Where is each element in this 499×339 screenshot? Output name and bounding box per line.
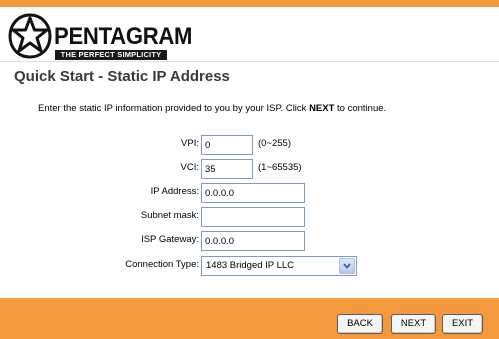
top-accent-bar xyxy=(0,0,499,7)
ip-address-input[interactable] xyxy=(201,183,305,203)
connection-type-select[interactable]: 1483 Bridged IP LLC xyxy=(201,256,357,276)
exit-button[interactable]: EXIT xyxy=(442,314,483,334)
bottom-action-bar: BACK NEXT EXIT xyxy=(0,298,499,339)
back-button[interactable]: BACK xyxy=(337,314,383,334)
subnet-mask-input[interactable] xyxy=(201,207,305,227)
vci-label: VCI: xyxy=(180,162,199,173)
instructions-prefix: Enter the static IP information provided… xyxy=(38,103,310,114)
brand-name: PENTAGRAM xyxy=(54,23,193,50)
isp-gateway-input[interactable] xyxy=(201,231,305,251)
instructions-suffix: to continue. xyxy=(334,103,387,114)
instructions-text: Enter the static IP information provided… xyxy=(38,103,386,114)
header-divider xyxy=(0,61,499,62)
vci-row: VCI: (1~65535) xyxy=(0,159,499,179)
subnet-mask-row: Subnet mask: xyxy=(0,207,499,227)
connection-type-selected-value: 1483 Bridged IP LLC xyxy=(206,260,295,271)
vpi-input[interactable] xyxy=(201,135,253,155)
vpi-label: VPI: xyxy=(181,138,199,149)
chevron-down-icon xyxy=(343,263,351,269)
brand-tagline: THE PERFECT SIMPLICITY xyxy=(55,50,167,60)
next-button[interactable]: NEXT xyxy=(391,314,436,334)
ip-address-row: IP Address: xyxy=(0,183,499,203)
subnet-mask-label: Subnet mask: xyxy=(140,210,199,221)
vci-input[interactable] xyxy=(201,159,253,179)
pentagram-star-icon xyxy=(8,13,52,59)
instructions-next-emphasis: NEXT xyxy=(309,103,335,114)
page-title: Quick Start - Static IP Address xyxy=(14,68,230,85)
connection-type-label: Connection Type: xyxy=(125,259,199,270)
vpi-row: VPI: (0~255) xyxy=(0,135,499,155)
vpi-range-hint: (0~255) xyxy=(258,138,292,149)
vci-range-hint: (1~65535) xyxy=(258,162,302,173)
isp-gateway-label: ISP Gateway: xyxy=(141,234,199,245)
isp-gateway-row: ISP Gateway: xyxy=(0,231,499,251)
ip-address-label: IP Address: xyxy=(150,186,199,197)
dropdown-button[interactable] xyxy=(339,258,355,274)
connection-type-row: Connection Type: 1483 Bridged IP LLC xyxy=(0,256,499,276)
brand-logo: PENTAGRAM THE PERFECT SIMPLICITY xyxy=(8,12,198,62)
